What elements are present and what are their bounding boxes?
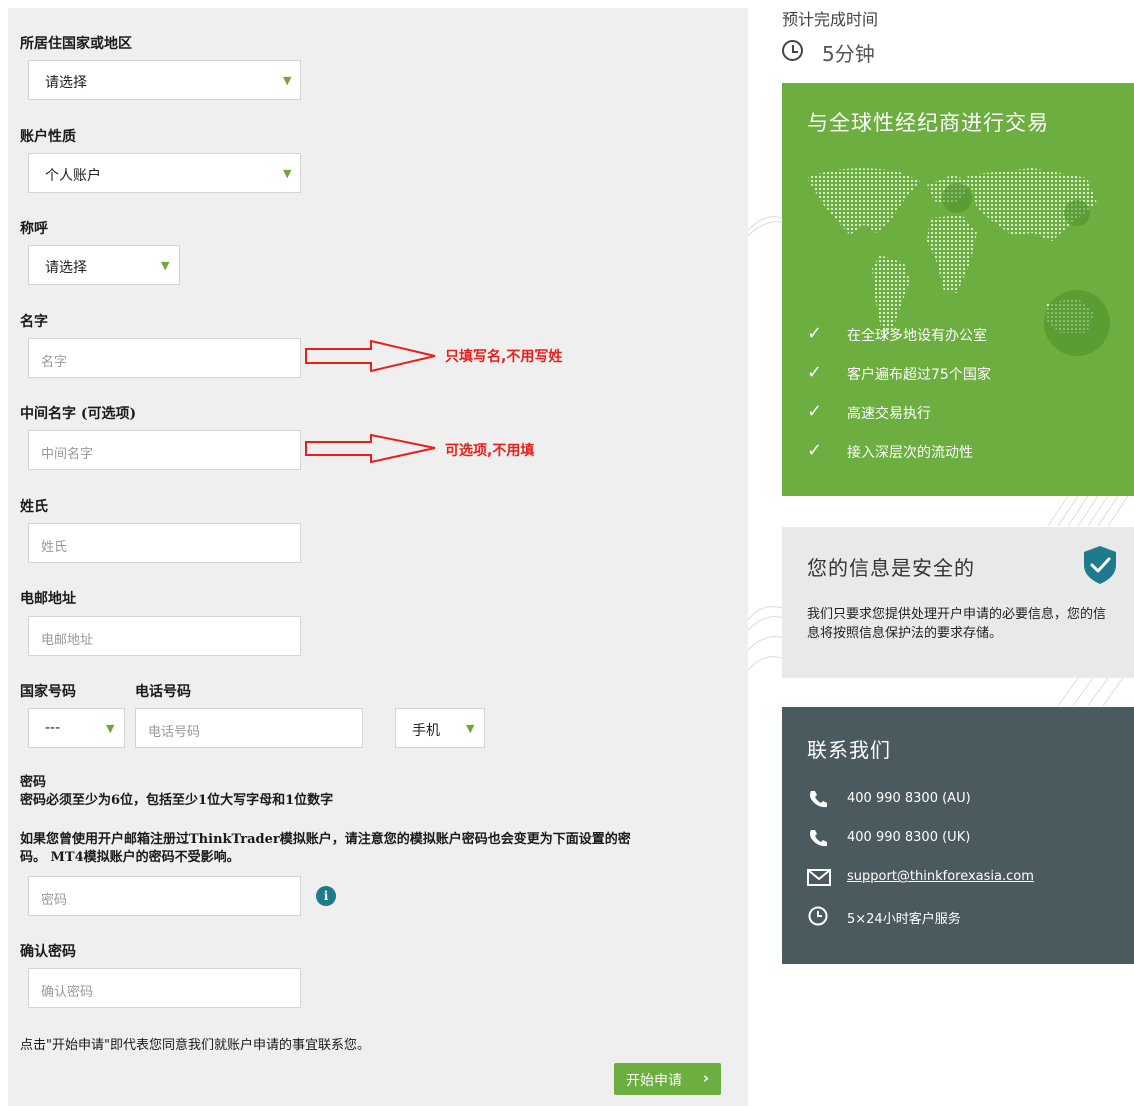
first-name-placeholder: 名字 xyxy=(41,355,68,370)
password-label: 密码 xyxy=(20,775,47,790)
phone-icon xyxy=(810,830,827,847)
chevron-right-icon: › xyxy=(702,1069,709,1087)
clock-icon xyxy=(782,40,803,61)
check-icon: ✓ xyxy=(807,362,823,383)
country-code-select[interactable]: --- ▼ xyxy=(28,708,125,748)
contact-card: 联系我们 400 990 8300 (AU) 400 990 8300 (UK)… xyxy=(782,707,1134,964)
annotation-arrow-middle-name xyxy=(305,434,436,464)
phone-icon xyxy=(810,791,827,808)
password-notice-line1: 如果您曾使用开户邮箱注册过ThinkTrader模拟账户，请注意您的模拟账户密码… xyxy=(20,832,631,847)
global-broker-title: 与全球性经纪商进行交易 xyxy=(807,111,1049,135)
contact-phone-uk: 400 990 8300 (UK) xyxy=(847,830,971,845)
last-name-placeholder: 姓氏 xyxy=(41,540,68,555)
account-type-select[interactable]: 个人账户 ▼ xyxy=(28,153,301,193)
chevron-down-icon: ▼ xyxy=(283,167,292,180)
eta-label: 预计完成时间 xyxy=(782,10,879,29)
country-label: 所居住国家或地区 xyxy=(20,36,132,52)
middle-name-label: 中间名字 (可选项) xyxy=(20,406,137,422)
check-icon: ✓ xyxy=(807,401,823,422)
middle-name-annotation: 可选项,不用填 xyxy=(445,443,535,459)
last-name-label: 姓氏 xyxy=(20,499,48,515)
middle-name-input[interactable]: 中间名字 xyxy=(28,430,301,470)
world-map-icon xyxy=(807,168,1110,356)
security-body: 我们只要求您提供处理开户申请的必要信息，您的信息将按照信息保护法的要求存储。 xyxy=(807,607,1107,641)
contact-phone-au: 400 990 8300 (AU) xyxy=(847,791,971,806)
phone-label: 电话号码 xyxy=(135,684,191,700)
last-name-input[interactable]: 姓氏 xyxy=(28,523,301,563)
check-icon: ✓ xyxy=(807,323,823,344)
info-icon[interactable]: i xyxy=(316,886,336,906)
first-name-annotation: 只填写名,不用写姓 xyxy=(445,349,563,365)
salutation-select[interactable]: 请选择 ▼ xyxy=(28,245,180,285)
country-code-select-value: --- xyxy=(45,720,61,736)
security-card: 您的信息是安全的 我们只要求您提供处理开户申请的必要信息，您的信息将按照信息保护… xyxy=(782,527,1134,678)
country-code-label: 国家号码 xyxy=(20,684,76,700)
password-input[interactable]: 密码 xyxy=(28,876,301,916)
chevron-down-icon: ▼ xyxy=(106,722,115,735)
first-name-input[interactable]: 名字 xyxy=(28,338,301,378)
phone-type-select[interactable]: 手机 ▼ xyxy=(395,708,485,748)
eta-value: 5分钟 xyxy=(822,42,875,66)
password-placeholder: 密码 xyxy=(41,893,68,908)
email-placeholder: 电邮地址 xyxy=(41,633,94,648)
password-rule: 密码必须至少为6位，包括至少1位大写字母和1位数字 xyxy=(20,793,334,808)
contact-title: 联系我们 xyxy=(807,738,891,762)
consent-text: 点击"开始申请"即代表您同意我们就账户申请的事宜联系您。 xyxy=(20,1038,370,1053)
security-title: 您的信息是安全的 xyxy=(807,556,975,580)
country-select-value: 请选择 xyxy=(45,75,87,91)
start-application-button[interactable]: 开始申请 › xyxy=(614,1063,721,1095)
country-select[interactable]: 请选择 ▼ xyxy=(28,60,301,100)
contact-hours: 5×24小时客户服务 xyxy=(847,912,961,927)
confirm-password-placeholder: 确认密码 xyxy=(41,985,94,1000)
annotation-arrow-first-name xyxy=(305,339,436,373)
feature-label: 接入深层次的流动性 xyxy=(847,445,973,461)
account-type-select-value: 个人账户 xyxy=(45,168,101,184)
first-name-label: 名字 xyxy=(20,314,48,330)
shield-check-icon xyxy=(1084,546,1116,584)
email-input[interactable]: 电邮地址 xyxy=(28,616,301,656)
account-type-label: 账户性质 xyxy=(20,129,76,145)
mail-icon xyxy=(807,869,831,886)
global-broker-card: 与全球性经纪商进行交易 ✓ 在全球多地设有办公室 ✓ 客户遍布超过75个国家 ✓… xyxy=(782,83,1134,496)
phone-type-select-value: 手机 xyxy=(412,723,440,739)
chevron-down-icon: ▼ xyxy=(161,259,170,272)
feature-label: 客户遍布超过75个国家 xyxy=(847,367,991,383)
email-label: 电邮地址 xyxy=(20,591,76,607)
contact-email-link[interactable]: support@thinkforexasia.com xyxy=(847,869,1034,884)
middle-name-placeholder: 中间名字 xyxy=(41,447,94,462)
salutation-label: 称呼 xyxy=(20,221,48,237)
feature-label: 在全球多地设有办公室 xyxy=(847,328,987,344)
phone-input[interactable]: 电话号码 xyxy=(135,708,363,748)
salutation-select-value: 请选择 xyxy=(45,260,87,276)
start-application-label: 开始申请 xyxy=(626,1073,682,1089)
confirm-password-input[interactable]: 确认密码 xyxy=(28,968,301,1008)
chevron-down-icon: ▼ xyxy=(283,74,292,87)
confirm-password-label: 确认密码 xyxy=(20,944,76,960)
chevron-down-icon: ▼ xyxy=(466,722,475,735)
phone-placeholder: 电话号码 xyxy=(148,725,201,740)
password-notice-line2: 码。 MT4模拟账户的密码不受影响。 xyxy=(20,850,240,865)
feature-label: 高速交易执行 xyxy=(847,406,931,422)
check-icon: ✓ xyxy=(807,440,823,461)
clock-icon xyxy=(808,906,828,926)
